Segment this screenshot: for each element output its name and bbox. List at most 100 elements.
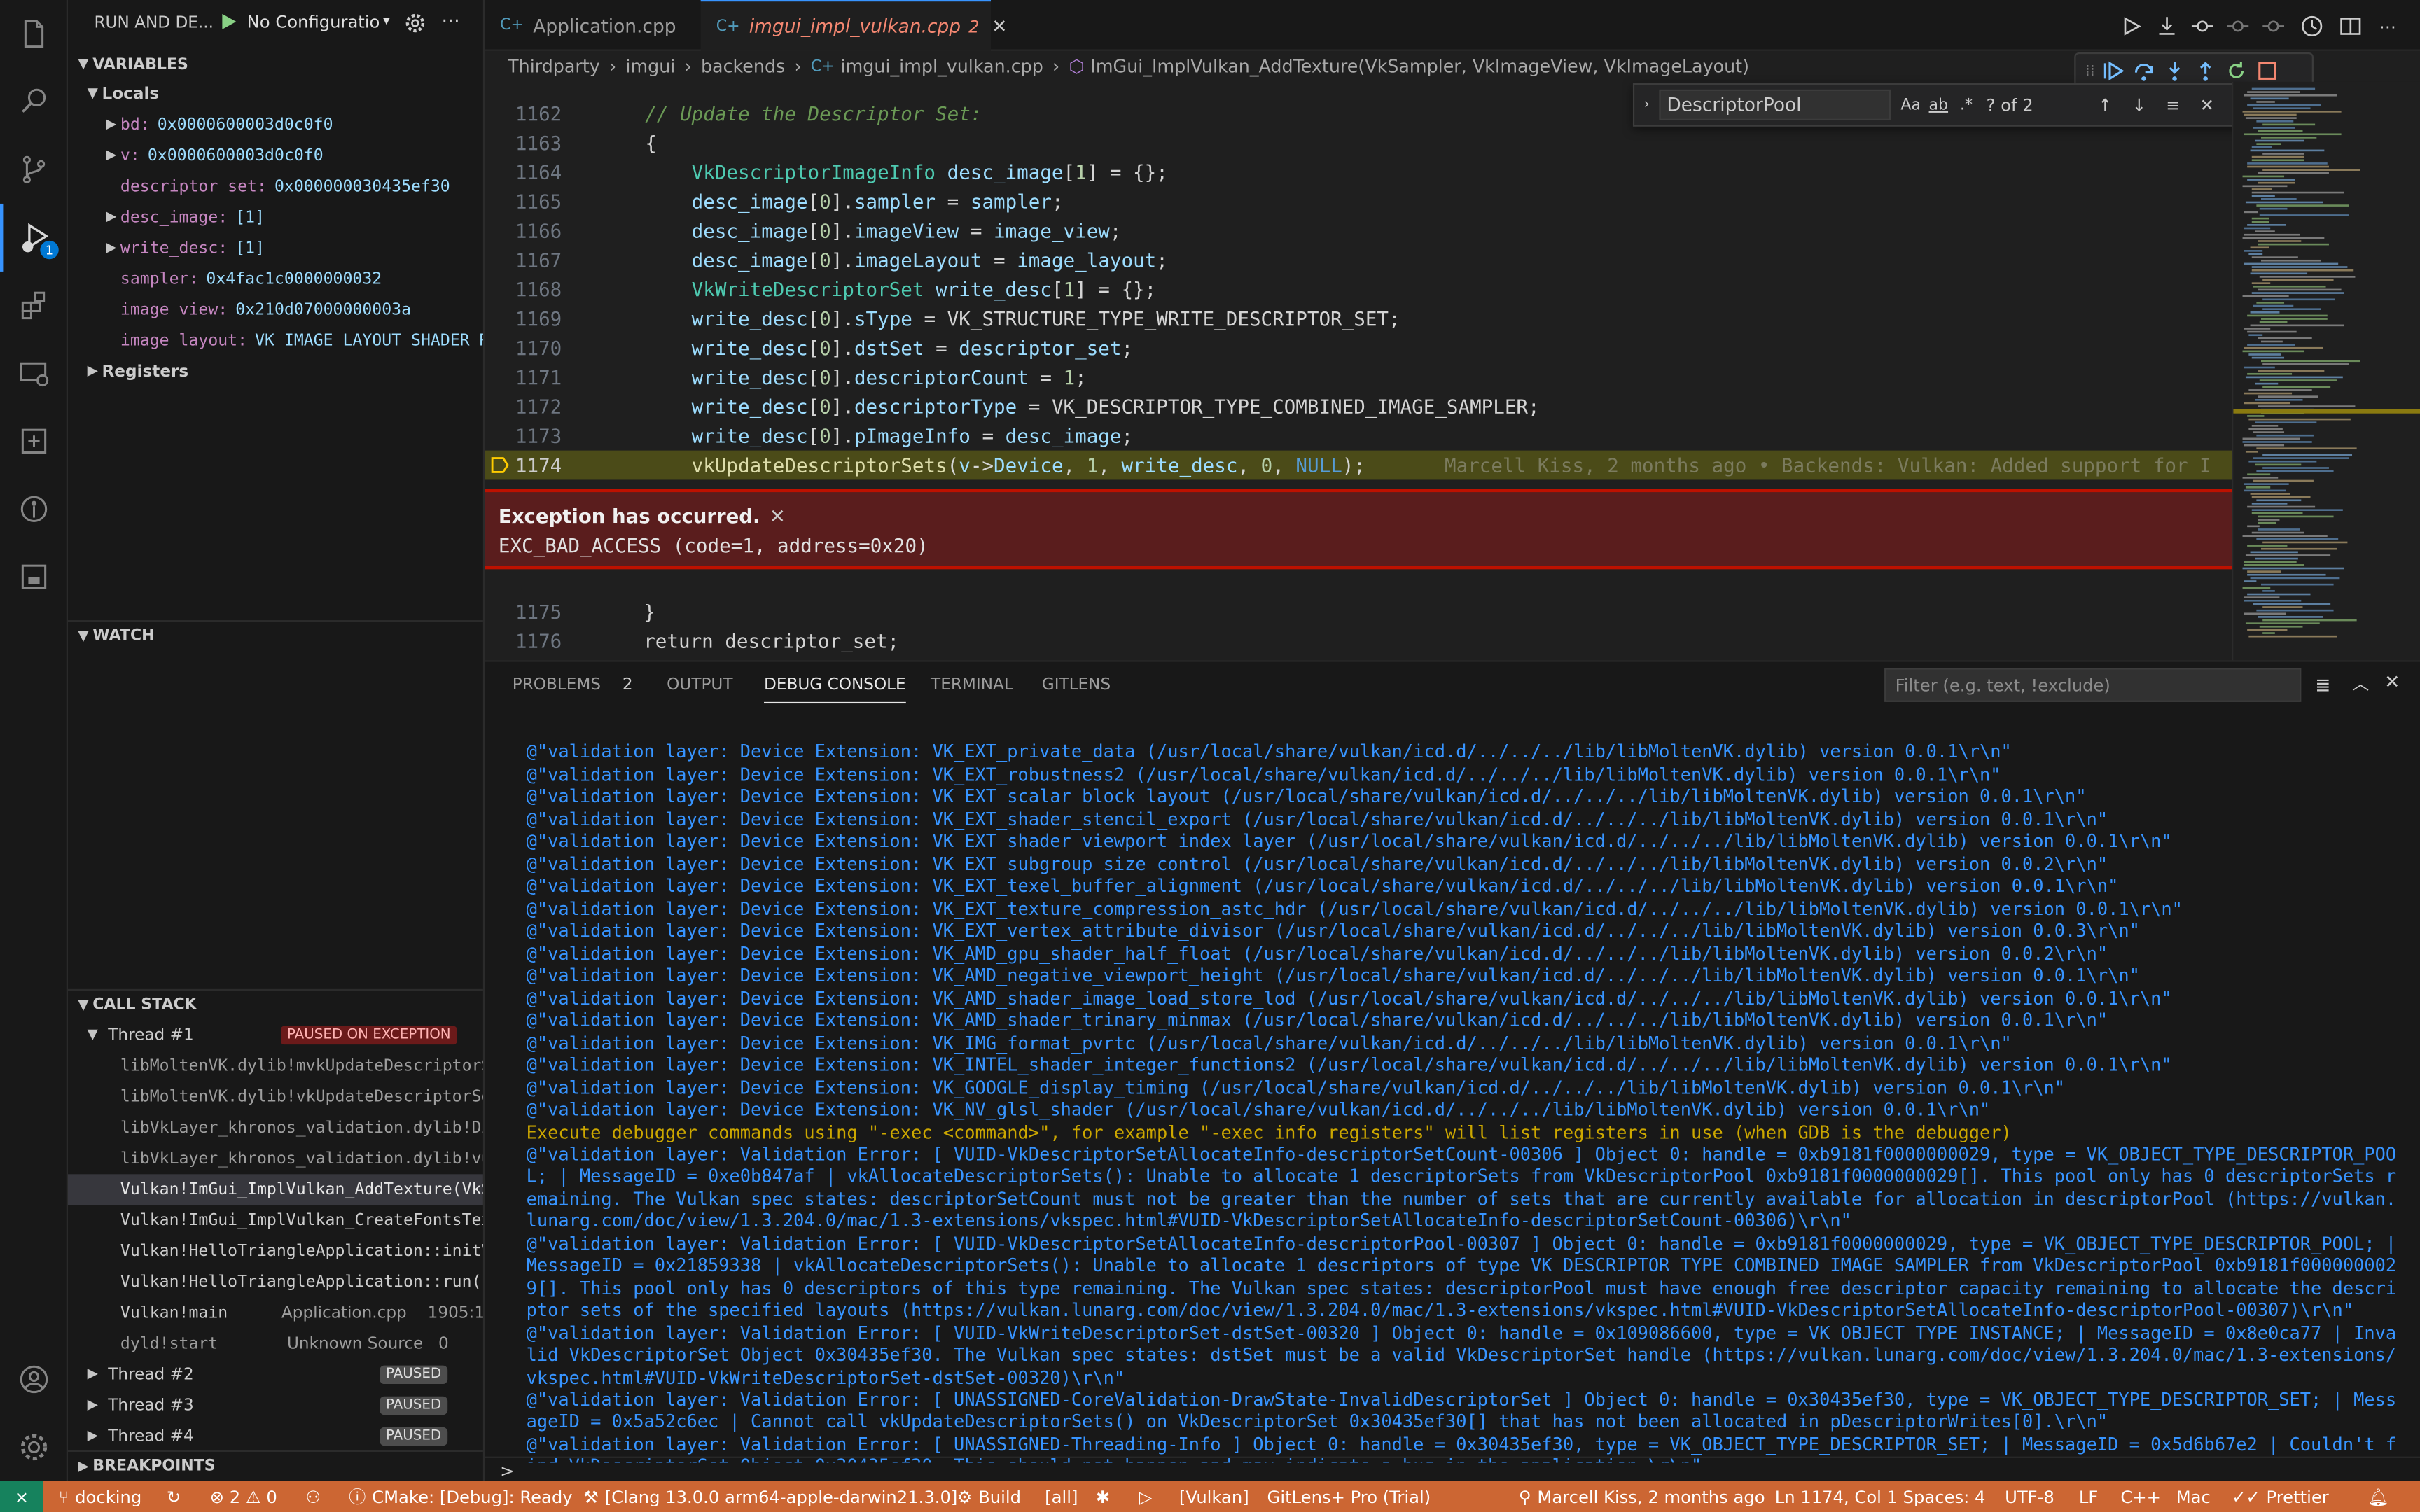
maximize-panel-icon[interactable]: ︿ (2352, 671, 2369, 696)
match-whole-word-toggle[interactable]: ab (1924, 97, 1952, 113)
tab-imgui-impl-vulkan-cpp[interactable]: C+ imgui_impl_vulkan.cpp 2 ✕ (700, 0, 1007, 51)
code-line[interactable]: write_desc[0].descriptorType = VK_DESCRI… (645, 392, 1540, 421)
code-line[interactable]: write_desc[0].dstSet = descriptor_set; (645, 333, 1133, 363)
remote-indicator-icon[interactable]: ⨯ (0, 1480, 43, 1512)
code-line[interactable]: desc_image[0].imageLayout = image_layout… (645, 245, 1168, 274)
encoding[interactable]: UTF-8 (2005, 1481, 2054, 1512)
timeline-icon[interactable] (2295, 9, 2328, 43)
code-line[interactable]: desc_image[0].imageView = image_view; (645, 216, 1122, 246)
breadcrumb-item[interactable]: backends (701, 55, 785, 77)
eol[interactable]: LF (2079, 1481, 2098, 1512)
manage-gear-icon[interactable] (0, 1413, 68, 1481)
step-into-icon[interactable] (2163, 59, 2188, 83)
notifications-bell-icon[interactable]: 🔔︎ (2367, 1481, 2389, 1512)
breadcrumb-item[interactable]: Thirdparty (508, 55, 600, 77)
language-mode[interactable]: C++ (2120, 1481, 2161, 1512)
prettier-status[interactable]: ✓✓ Prettier (2232, 1481, 2329, 1512)
run-icon[interactable] (2115, 9, 2148, 43)
variable-item[interactable]: image_view: 0x210d07000000003a (68, 295, 483, 326)
tab-application-cpp[interactable]: C+ Application.cpp (485, 0, 701, 51)
build-button[interactable]: ⚙ Build (957, 1481, 1021, 1512)
restart-icon[interactable] (2225, 59, 2249, 83)
variable-item[interactable]: ▶ bd: 0x0000600003d0c0f0 (68, 109, 483, 140)
code-line[interactable]: { (645, 128, 657, 158)
thread-item[interactable]: ▶ Thread #2 PAUSED (68, 1359, 483, 1390)
problems-status[interactable]: ⊗ 2 ⚠ 0 (210, 1481, 277, 1512)
code-line[interactable]: vkUpdateDescriptorSets(v->Device, 1, wri… (645, 451, 1365, 480)
breakpoints-section-header[interactable]: ▶ BREAKPOINTS (67, 1450, 483, 1481)
stack-frame[interactable]: Vulkan!HelloTriangleApplication::initVu (68, 1236, 483, 1266)
console-filter-input[interactable]: Filter (e.g. text, !exclude) (1884, 668, 2302, 702)
variables-section-header[interactable]: ▼ VARIABLES (68, 50, 483, 80)
drag-handle-icon[interactable]: ⁞⁞ (2085, 62, 2095, 79)
code-line[interactable]: return descriptor_set; (620, 626, 899, 656)
breadcrumb-item[interactable]: ImGui_ImplVulkan_AddTexture(VkSampler, V… (1090, 55, 1749, 77)
remote-explorer-icon[interactable] (0, 340, 68, 407)
run-icon[interactable]: ▷ (1139, 1481, 1153, 1512)
stack-frame[interactable]: Vulkan!ImGui_ImplVulkan_AddTexture(VkSam (67, 1174, 483, 1205)
close-icon[interactable]: ✕ (770, 505, 786, 528)
variable-item[interactable]: descriptor_set: 0x000000030435ef30 (68, 172, 483, 202)
code-line[interactable]: VkDescriptorImageInfo desc_image[1] = {}… (645, 158, 1168, 187)
cmake-kit[interactable]: ⚒ [Clang 13.0.0 arm64-apple-darwin21.3.0] (583, 1481, 957, 1512)
stack-frame[interactable]: libVkLayer_khronos_validation.dylib!Disp (68, 1112, 483, 1143)
stack-frame[interactable]: libVkLayer_khronos_validation.dylib!vul (68, 1143, 483, 1174)
callstack-section-header[interactable]: ▼ CALL STACK (67, 988, 483, 1020)
panel-tab-gitlens[interactable]: GITLENS (1042, 662, 1111, 708)
search-icon[interactable] (0, 68, 68, 136)
match-case-toggle[interactable]: Aa (1897, 97, 1925, 113)
account-icon[interactable] (0, 1345, 68, 1413)
cmake-status[interactable]: ⓘ CMake: [Debug]: Ready (349, 1481, 573, 1512)
blame-status[interactable]: ⚲ Marcell Kiss, 2 months ago (1519, 1481, 1765, 1512)
toggle-replace-chevron-icon[interactable]: › (1634, 97, 1659, 113)
console-input[interactable]: > (485, 1456, 2420, 1481)
cursor-position[interactable]: Ln 1174, Col 1 (1775, 1481, 1898, 1512)
stack-frame[interactable]: Vulkan!ImGui_ImplVulkan_CreateFontsTextu (68, 1205, 483, 1236)
panel-tab-problems[interactable]: PROBLEMS 2 (513, 662, 633, 708)
more-actions-icon[interactable]: ⋯ (441, 9, 459, 31)
code-line[interactable]: desc_image[0].sampler = sampler; (645, 187, 1064, 216)
step-out-icon[interactable] (2194, 59, 2218, 83)
next-change-icon[interactable] (2256, 9, 2290, 43)
close-panel-icon[interactable]: ✕ (2384, 671, 2400, 693)
panel-tab-debug-console[interactable]: DEBUG CONSOLE (764, 666, 906, 704)
indentation[interactable]: Spaces: 4 (1903, 1481, 1986, 1512)
stack-frame[interactable]: Vulkan!HelloTriangleApplication::run() (68, 1267, 483, 1298)
breadcrumb-item[interactable]: imgui (625, 55, 675, 77)
gitlens-icon[interactable] (0, 475, 68, 543)
find-in-selection-icon[interactable]: ≡ (2156, 95, 2190, 115)
stack-frame[interactable]: libMoltenVK.dylib!mvkUpdateDescriptorSet… (68, 1051, 483, 1082)
debug-bug-icon[interactable]: ✱ (1096, 1481, 1110, 1512)
stack-frame[interactable]: libMoltenVK.dylib!vkUpdateDescriptorSets (68, 1082, 483, 1112)
variable-item[interactable]: ▶ v: 0x0000600003d0c0f0 (68, 141, 483, 172)
variable-item[interactable]: ▶ desc_image: [1] (68, 202, 483, 233)
sync-icon[interactable]: ↻ (167, 1481, 181, 1512)
thread-item[interactable]: ▶ Thread #3 PAUSED (68, 1390, 483, 1421)
arrow-up-icon[interactable]: ↑ (2088, 95, 2122, 115)
launch-config-select[interactable]: No Configuratio ▾ (247, 6, 390, 37)
explorer-icon[interactable] (0, 0, 68, 68)
stop-icon[interactable] (2255, 59, 2280, 83)
close-icon[interactable]: ✕ (2190, 95, 2224, 115)
continue-icon[interactable] (2101, 59, 2126, 83)
split-editor-icon[interactable] (2334, 9, 2367, 43)
clear-console-icon[interactable]: ≣ (2315, 674, 2330, 696)
source-control-icon[interactable] (0, 136, 68, 204)
debug-console-output[interactable]: @"validation layer: Device Extension: VK… (485, 706, 2420, 1463)
breadcrumb-item[interactable]: imgui_impl_vulkan.cpp (841, 55, 1043, 77)
close-icon[interactable]: ✕ (992, 15, 1007, 37)
start-debugging-icon[interactable] (218, 10, 239, 32)
locals-scope[interactable]: ▼ Locals (68, 78, 483, 109)
download-icon[interactable] (2150, 9, 2183, 43)
stack-frame[interactable]: Vulkan!main Application.cpp 1905:1 (68, 1298, 483, 1329)
open-launch-json-gear-icon[interactable] (404, 13, 426, 34)
extensions-icon[interactable] (0, 272, 68, 340)
variable-item[interactable]: image_layout: VK_IMAGE_LAYOUT_SHADER_R... (68, 326, 483, 356)
branch-status[interactable]: ⑂ docking (59, 1481, 141, 1512)
code-line[interactable]: VkWriteDescriptorSet write_desc[1] = {}; (645, 274, 1157, 304)
minimap[interactable] (2232, 81, 2420, 661)
registers-scope[interactable]: ▶ Registers (68, 356, 483, 387)
launch-target[interactable]: [Vulkan] (1179, 1481, 1249, 1512)
code-line[interactable]: // Update the Descriptor Set: (645, 99, 982, 128)
use-regex-toggle[interactable]: .* (1952, 97, 1980, 113)
